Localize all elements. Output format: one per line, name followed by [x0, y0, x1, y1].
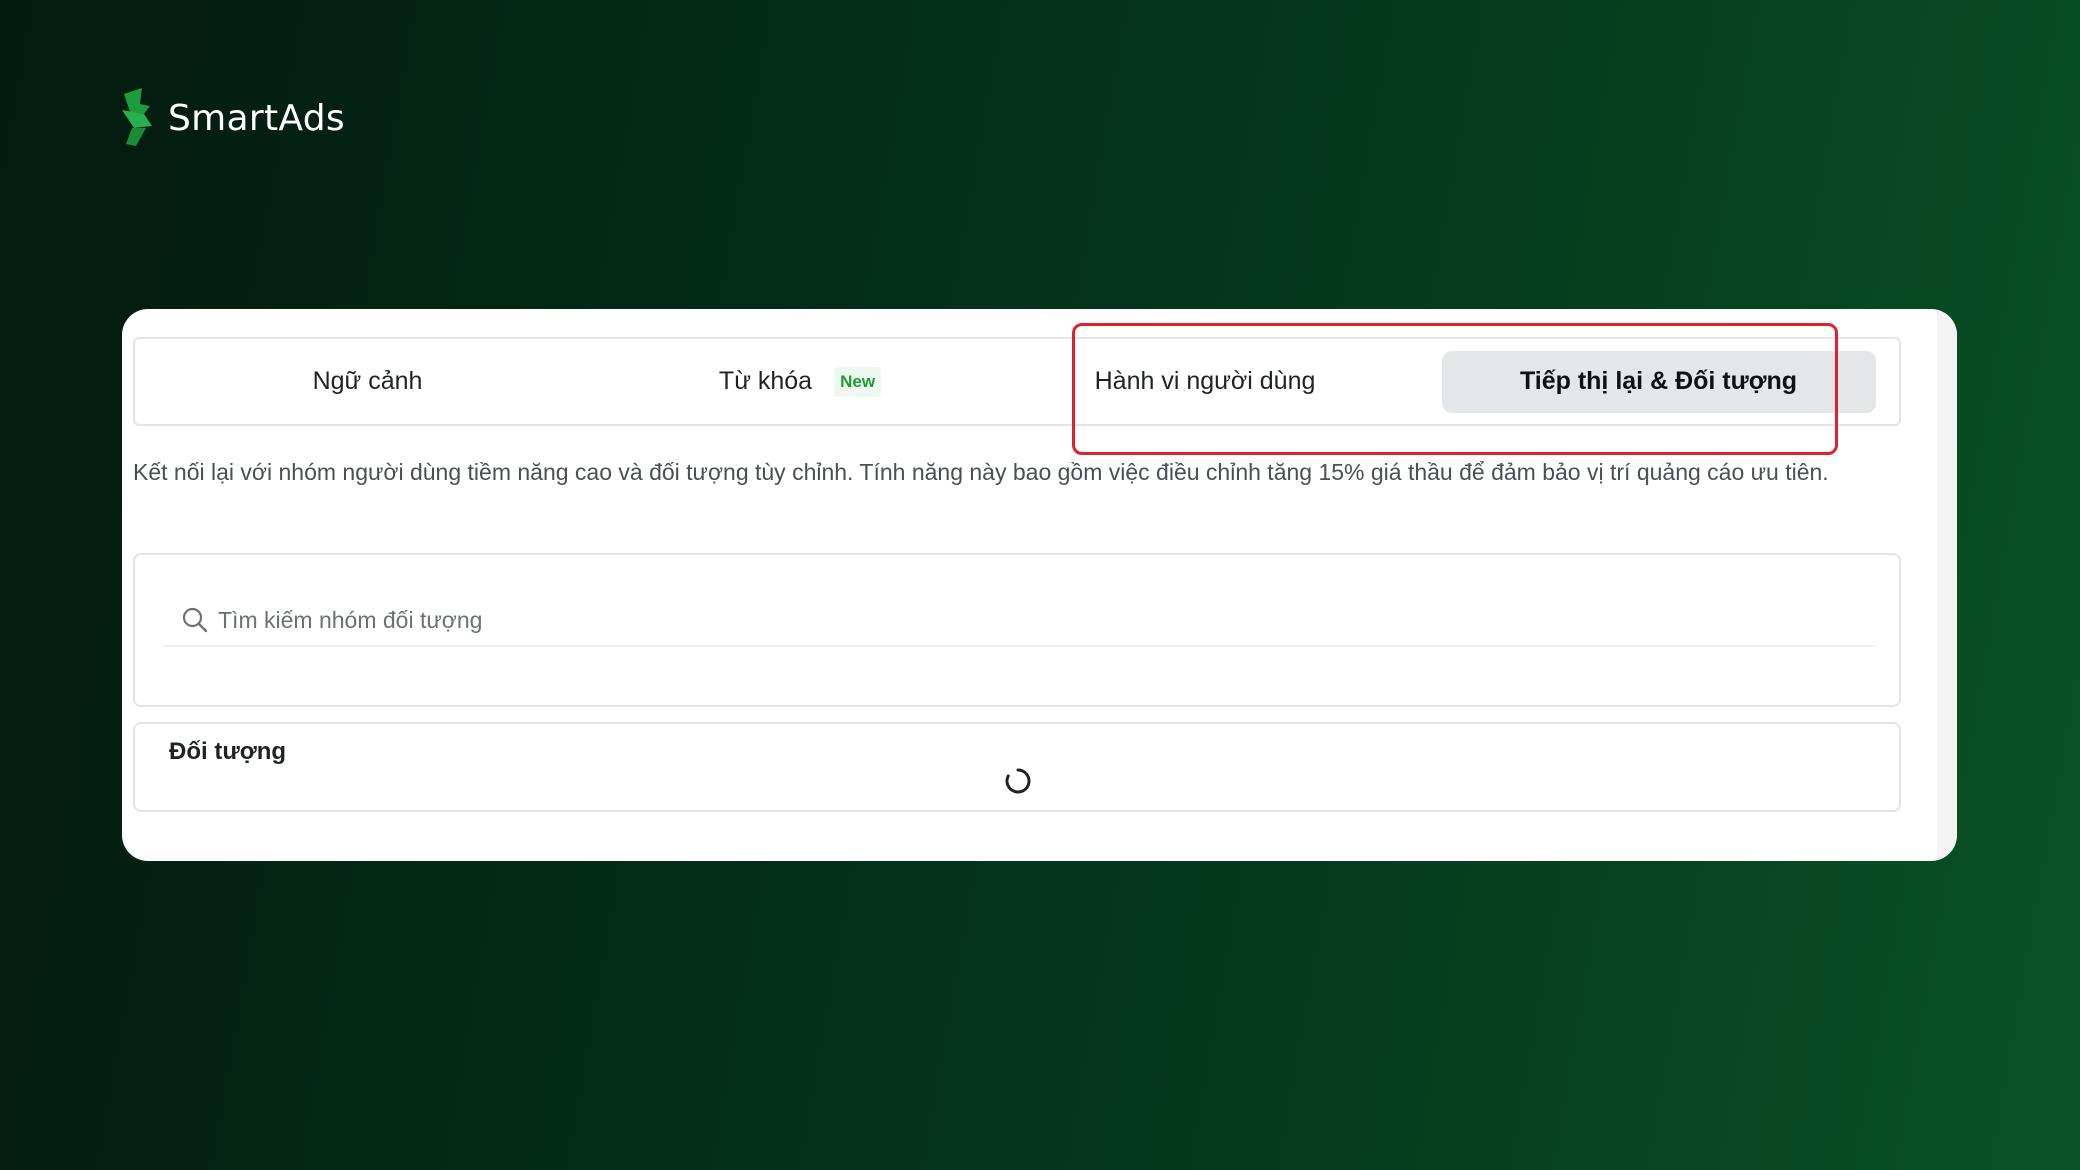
- search-row: [163, 595, 1875, 647]
- tab-retargeting-audience-pill[interactable]: Tiếp thị lại & Đối tượng: [1441, 350, 1876, 413]
- tab-context[interactable]: Ngữ cảnh: [135, 339, 600, 424]
- loading-spinner-icon: [1005, 768, 1031, 794]
- audience-panel: Đối tượng: [133, 722, 1901, 812]
- targeting-card: Ngữ cảnh Từ khóa New Hành vi người dùng …: [122, 309, 1957, 861]
- tab-retargeting-audience[interactable]: Tiếp thị lại & Đối tượng: [1410, 339, 1899, 424]
- tab-retargeting-audience-label: Tiếp thị lại & Đối tượng: [1519, 367, 1798, 395]
- targeting-tabs: Ngữ cảnh Từ khóa New Hành vi người dùng …: [133, 337, 1901, 426]
- tab-context-label: Ngữ cảnh: [312, 367, 423, 395]
- new-badge: New: [834, 366, 882, 397]
- tab-keywords-label: Từ khóa: [718, 367, 813, 395]
- brand-logo: SmartAds: [114, 88, 345, 148]
- search-icon: [182, 607, 208, 633]
- audience-title: Đối tượng: [169, 738, 287, 765]
- audience-search-input[interactable]: [218, 600, 1718, 640]
- brand-name: SmartAds: [168, 97, 345, 139]
- tab-description: Kết nối lại với nhóm người dùng tiềm năn…: [133, 459, 1829, 485]
- smartads-logo-icon: [122, 88, 152, 146]
- tab-user-behavior-label: Hành vi người dùng: [1094, 367, 1316, 395]
- tab-user-behavior[interactable]: Hành vi người dùng: [1000, 339, 1410, 424]
- search-panel: [133, 553, 1901, 707]
- card-scrollbar[interactable]: [1937, 309, 1957, 861]
- tab-keywords[interactable]: Từ khóa New: [600, 339, 1000, 424]
